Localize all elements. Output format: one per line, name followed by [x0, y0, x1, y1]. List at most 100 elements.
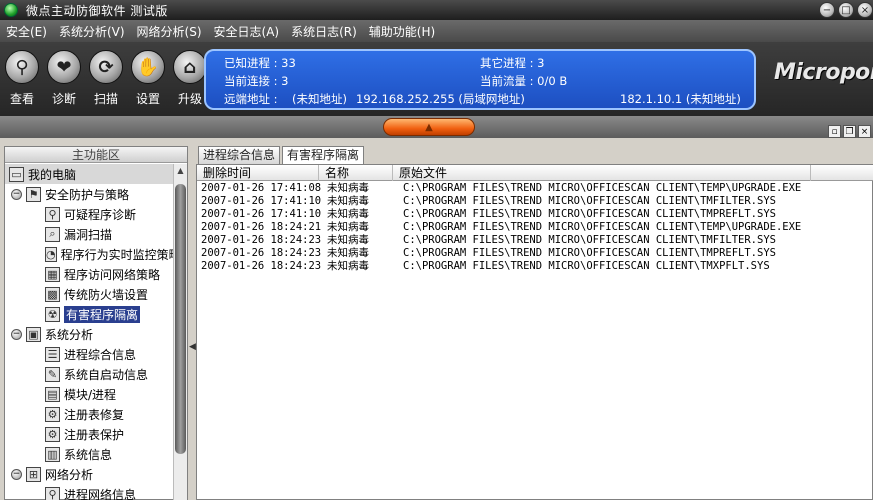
table-row[interactable]: 2007-01-26 18:24:23 未知病毒 C:\PROGRAM FILES\… — [197, 247, 873, 260]
cell-delete-time: 2007-01-26 17:41:08 — [201, 182, 322, 194]
collapse-icon[interactable]: − — [11, 328, 22, 340]
panel-title: 主功能区 — [5, 147, 187, 163]
menu-item-2[interactable]: 网络分析(S) — [131, 23, 208, 40]
cell-original-file: C:\PROGRAM FILES\TREND MICRO\OFFICESCAN … — [403, 195, 776, 207]
tree-item[interactable]: ⚙ 注册表保护 — [5, 424, 173, 444]
cell-delete-time: 2007-01-26 18:24:23 — [201, 247, 322, 259]
list-header: 删除时间 名称 原始文件 — [197, 165, 873, 181]
menu-item-0[interactable]: 安全(E) — [0, 23, 53, 40]
menu-item-1[interactable]: 系统分析(V) — [53, 23, 131, 40]
tab-1[interactable]: 有害程序隔离 — [282, 146, 365, 164]
cell-original-file: C:\PROGRAM FILES\TREND MICRO\OFFICESCAN … — [403, 247, 776, 259]
table-row[interactable]: 2007-01-26 17:41:10 未知病毒 C:\PROGRAM FILES\… — [197, 195, 873, 208]
registry-repair-icon: ⚙ — [45, 406, 60, 422]
content-tabs: 进程综合信息 有害程序隔离 — [198, 146, 366, 164]
table-row[interactable]: 2007-01-26 18:24:23 未知病毒 C:\PROGRAM FILES\… — [197, 234, 873, 247]
tree-item[interactable]: ☰ 进程综合信息 — [5, 344, 173, 364]
behavior-monitor-icon: ◔ — [45, 246, 57, 262]
toolbar-label: 扫描 — [93, 92, 118, 106]
system-analysis-icon: ▣ — [26, 326, 41, 342]
tree-item[interactable]: ▩ 传统防火墙设置 — [5, 284, 173, 304]
tree-item-label: 漏洞扫描 — [64, 227, 113, 242]
tree-item[interactable]: − ▣ 系统分析 — [5, 324, 173, 344]
remote-address-lan: 192.168.252.255 (局域网地址) — [356, 92, 525, 106]
tree-item[interactable]: ⚲ 进程网络信息 — [5, 484, 173, 500]
current-connections: 当前连接 : 3 — [224, 74, 289, 88]
quarantine-icon: ☢ — [45, 306, 60, 322]
table-row[interactable]: 2007-01-26 17:41:10 未知病毒 C:\PROGRAM FILES\… — [197, 208, 873, 221]
toolbar-button-3[interactable]: ✋ 设置 — [130, 50, 166, 107]
tree-item-label: 我的电脑 — [28, 167, 77, 182]
panel-splitter[interactable]: ◀ — [188, 146, 196, 500]
tree-item[interactable]: ▥ 系统信息 — [5, 444, 173, 464]
toolbar-label: 诊断 — [51, 92, 76, 106]
menu-item-5[interactable]: 辅助功能(H) — [363, 23, 441, 40]
cell-original-file: C:\PROGRAM FILES\TREND MICRO\OFFICESCAN … — [403, 260, 770, 272]
tree-item-label: 注册表修复 — [64, 407, 125, 422]
cell-name: 未知病毒 — [327, 208, 369, 220]
column-name[interactable]: 名称 — [319, 165, 393, 181]
process-network-icon: ⚲ — [45, 486, 60, 500]
diagnose-heart-icon: ❤ — [47, 50, 81, 84]
remote-address-unknown-2: 182.1.10.1 (未知地址) — [620, 92, 741, 106]
upgrade-house-icon: ⌂ — [173, 50, 207, 84]
close-button[interactable]: × — [857, 2, 873, 18]
status-info-panel: 已知进程 : 33 其它进程 : 3 当前连接 : 3 当前流量 : 0/0 B… — [204, 49, 756, 110]
cell-original-file: C:\PROGRAM FILES\TREND MICRO\OFFICESCAN … — [403, 221, 802, 233]
tree-item-label: 系统分析 — [45, 327, 94, 342]
cell-delete-time: 2007-01-26 18:24:23 — [201, 260, 322, 272]
table-row[interactable]: 2007-01-26 18:24:21 未知病毒 C:\PROGRAM FILES\… — [197, 221, 873, 234]
toolbar-button-0[interactable]: ⚲ 查看 — [4, 50, 40, 107]
module-process-icon: ▤ — [45, 386, 60, 402]
toolbar-button-1[interactable]: ❤ 诊断 — [46, 50, 82, 107]
sub-strip — [0, 138, 873, 146]
tree-item-label: 模块/进程 — [64, 387, 117, 402]
tree-item[interactable]: ▤ 模块/进程 — [5, 384, 173, 404]
tree-scrollbar[interactable]: ▲ — [173, 164, 187, 500]
tree-item[interactable]: ☢ 有害程序隔离 — [5, 304, 173, 324]
scan-icon: ⟳ — [89, 50, 123, 84]
collapse-icon[interactable]: − — [11, 188, 22, 200]
cell-name: 未知病毒 — [327, 195, 369, 207]
column-original-file[interactable]: 原始文件 — [393, 165, 811, 181]
tree-item[interactable]: − ⚑ 安全防护与策略 — [5, 184, 173, 204]
tree-item[interactable]: ◔ 程序行为实时监控策略 — [5, 244, 173, 264]
collapse-left-icon[interactable]: ◀ — [189, 342, 196, 352]
main-toolbar: ⚲ 查看 ❤ 诊断 ⟳ 扫描 ✋ 设置 ⌂ 升级 — [4, 50, 208, 107]
toolbar-button-4[interactable]: ⌂ 升级 — [172, 50, 208, 107]
panel-window-controls: ▫ ❐ × — [828, 125, 871, 138]
collapse-icon[interactable]: − — [11, 468, 22, 480]
quarantine-list: 删除时间 名称 原始文件 2007-01-26 17:41:08 未知病毒 C:\P… — [196, 164, 873, 500]
suspicious-program-icon: ⚲ — [45, 206, 60, 222]
tree-item[interactable]: ✎ 系统自启动信息 — [5, 364, 173, 384]
toolbar-label: 设置 — [135, 92, 160, 106]
tree-item-label: 传统防火墙设置 — [64, 287, 149, 302]
scroll-up-icon[interactable]: ▲ — [175, 166, 186, 180]
cell-original-file: C:\PROGRAM FILES\TREND MICRO\OFFICESCAN … — [403, 182, 802, 194]
tree-item[interactable]: ▭ 我的电脑 — [5, 164, 173, 184]
current-traffic: 当前流量 : 0/0 B — [480, 74, 568, 88]
menu-item-3[interactable]: 安全日志(A) — [208, 23, 286, 40]
window-title: 微点主动防御软件 测试版 — [26, 3, 168, 18]
tree-item[interactable]: ⌕ 漏洞扫描 — [5, 224, 173, 244]
toolbar-button-2[interactable]: ⟳ 扫描 — [88, 50, 124, 107]
function-tree: ▭ 我的电脑 − ⚑ 安全防护与策略 ⚲ 可疑程序诊断 ⌕ 漏洞扫描 ◔ 程序行为实时监控策略 ▦ 程序… — [5, 164, 173, 500]
tree-item[interactable]: ⚙ 注册表修复 — [5, 404, 173, 424]
panel-restore-button[interactable]: ❐ — [843, 125, 856, 138]
tab-0[interactable]: 进程综合信息 — [198, 146, 281, 164]
tree-item[interactable]: ⚲ 可疑程序诊断 — [5, 204, 173, 224]
minimize-button[interactable]: − — [819, 2, 835, 18]
scrollbar-thumb[interactable] — [175, 184, 186, 454]
column-delete-time[interactable]: 删除时间 — [197, 165, 319, 181]
collapse-header-button[interactable]: ▲ — [383, 118, 475, 136]
settings-hand-icon: ✋ — [131, 50, 165, 84]
tree-item[interactable]: ▦ 程序访问网络策略 — [5, 264, 173, 284]
panel-close-button[interactable]: × — [858, 125, 871, 138]
tree-item[interactable]: − ⊞ 网络分析 — [5, 464, 173, 484]
maximize-button[interactable]: □ — [838, 2, 854, 18]
cell-name: 未知病毒 — [327, 221, 369, 233]
table-row[interactable]: 2007-01-26 17:41:08 未知病毒 C:\PROGRAM FILES\… — [197, 182, 873, 195]
menu-item-4[interactable]: 系统日志(R) — [285, 23, 363, 40]
panel-minimize-button[interactable]: ▫ — [828, 125, 841, 138]
table-row[interactable]: 2007-01-26 18:24:23 未知病毒 C:\PROGRAM FILES\… — [197, 260, 873, 273]
